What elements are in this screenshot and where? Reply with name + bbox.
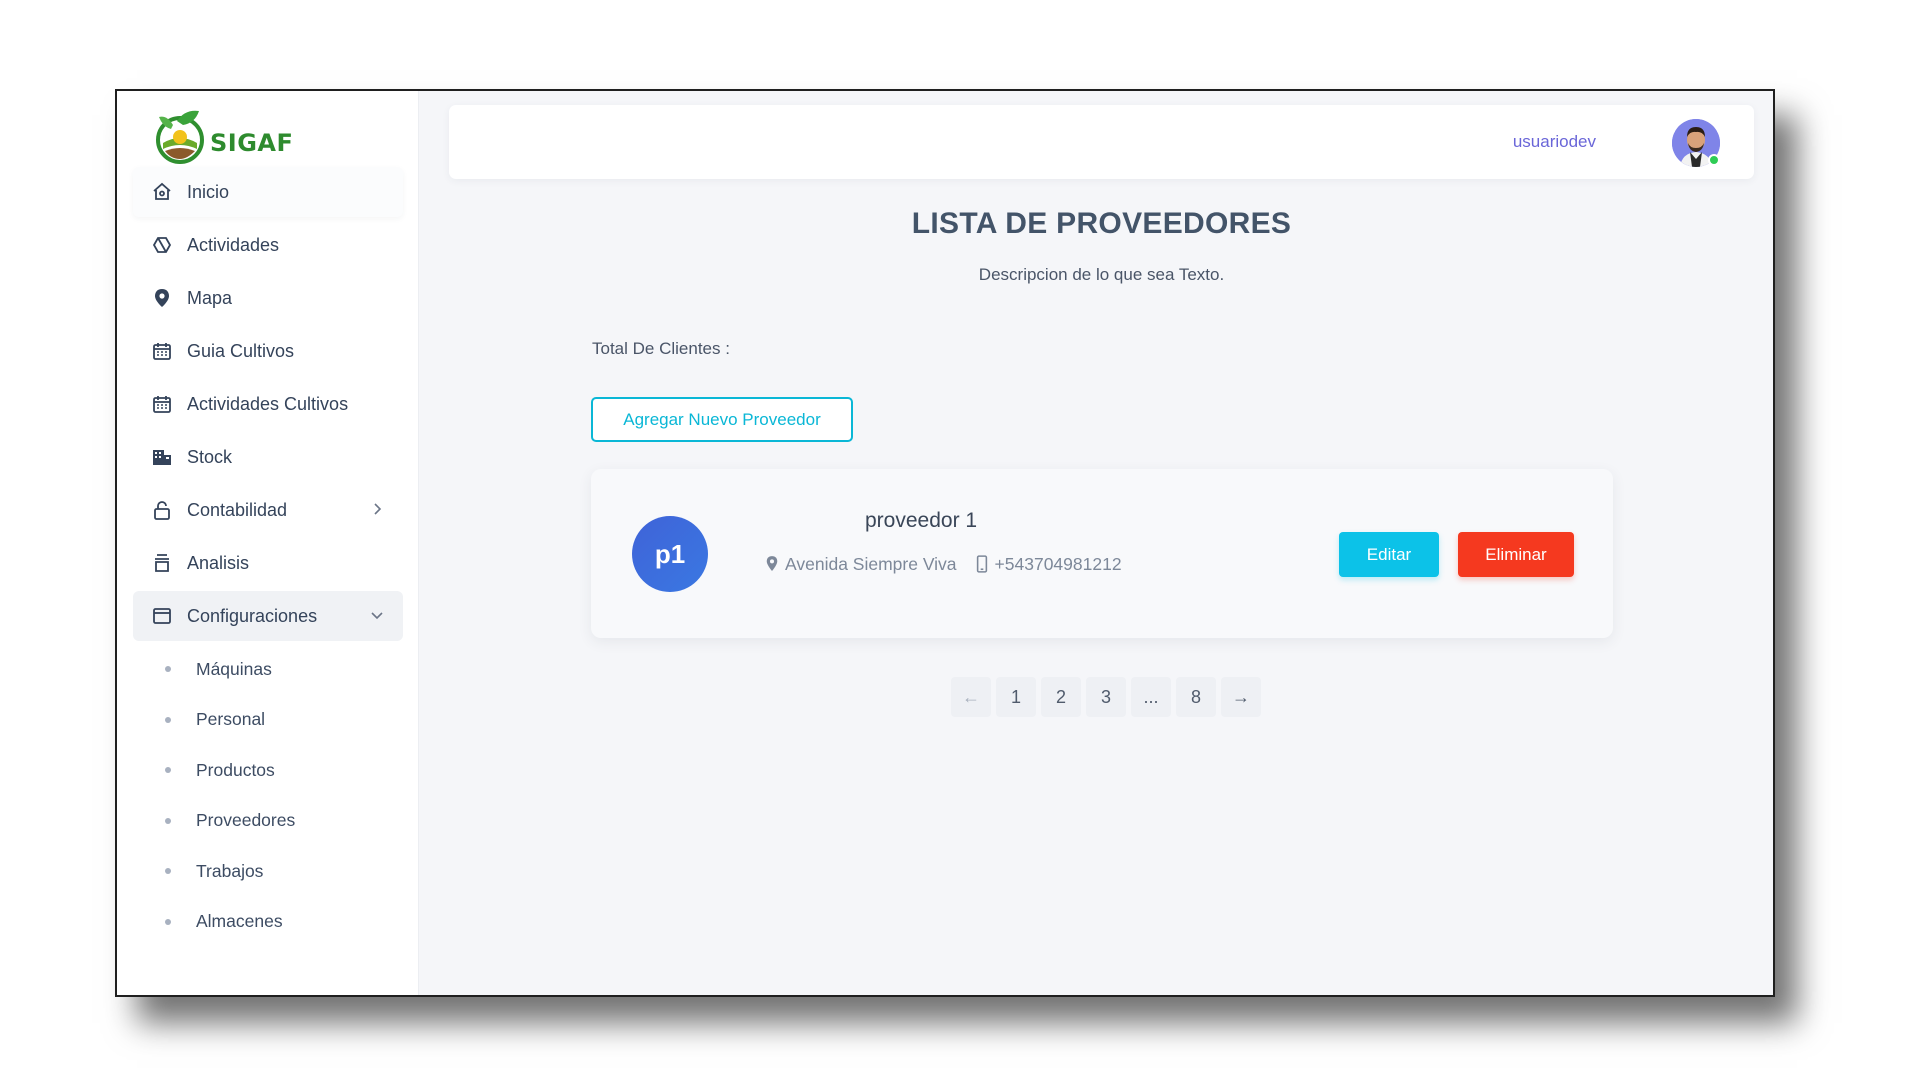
bullet-icon <box>165 918 171 925</box>
pagination-page-8[interactable]: 8 <box>1176 677 1216 717</box>
submenu-item-productos[interactable]: Productos <box>163 745 403 796</box>
pagination-next-button[interactable]: → <box>1221 677 1261 717</box>
sidebar-item-label: Guia Cultivos <box>187 340 295 361</box>
app-window: SIGAF Inicio Actividades Mapa Guia Culti… <box>115 89 1775 997</box>
home-icon <box>151 181 173 203</box>
hexagon-icon <box>151 234 173 256</box>
sidebar-item-label: Configuraciones <box>187 605 318 626</box>
provider-name: proveedor 1 <box>865 509 978 532</box>
submenu-item-proveedores[interactable]: Proveedores <box>163 796 403 847</box>
pagination-page-1[interactable]: 1 <box>996 677 1036 717</box>
sidebar-item-analisis[interactable]: Analisis <box>133 538 403 588</box>
sidebar-item-contabilidad[interactable]: Contabilidad <box>133 485 403 535</box>
trash-icon <box>151 552 173 574</box>
mobile-phone-icon <box>975 554 991 575</box>
sidebar-item-actividades-cultivos[interactable]: Actividades Cultivos <box>133 379 403 429</box>
pagination-page-2[interactable]: 2 <box>1041 677 1081 717</box>
sidebar-item-guia-cultivos[interactable]: Guia Cultivos <box>133 326 403 376</box>
window-icon <box>151 605 173 627</box>
lock-icon <box>151 499 173 521</box>
page-description: Descripcion de lo que sea Texto. <box>978 265 1225 284</box>
submenu-item-trabajos[interactable]: Trabajos <box>163 846 403 897</box>
bullet-icon <box>165 868 171 875</box>
provider-initials-avatar: p1 <box>632 516 708 592</box>
sigaf-logo-icon <box>156 110 204 164</box>
sidebar-item-label: Inicio <box>187 181 230 202</box>
submenu-item-label: Máquinas <box>196 658 272 679</box>
pagination-ellipsis: ... <box>1131 677 1171 717</box>
bullet-icon <box>165 716 171 723</box>
provider-address: Avenida Siempre Viva <box>785 554 957 574</box>
sidebar-nav: Inicio Actividades Mapa Guia Cultivos Ac… <box>133 167 403 947</box>
sidebar-item-label: Stock <box>187 446 233 467</box>
submenu-item-label: Proveedores <box>196 810 296 831</box>
user-avatar[interactable] <box>1672 119 1720 167</box>
calendar-icon <box>151 393 173 415</box>
bullet-icon <box>165 666 171 673</box>
sidebar-item-label: Analisis <box>187 552 250 573</box>
sidebar-item-inicio[interactable]: Inicio <box>133 167 403 217</box>
sidebar-item-actividades[interactable]: Actividades <box>133 220 403 270</box>
submenu-item-label: Personal <box>196 709 266 730</box>
top-bar: usuariodev <box>449 105 1754 179</box>
brand[interactable]: SIGAF <box>155 107 293 167</box>
calendar-icon <box>151 340 173 362</box>
edit-provider-button[interactable]: Editar <box>1339 532 1439 577</box>
chevron-down-icon <box>371 612 383 620</box>
sidebar-item-configuraciones[interactable]: Configuraciones <box>133 591 403 641</box>
sidebar: SIGAF Inicio Actividades Mapa Guia Culti… <box>117 91 419 995</box>
pagination: ← 1 2 3 ... 8 → <box>951 677 1266 717</box>
chevron-right-icon <box>374 503 382 515</box>
sidebar-item-label: Mapa <box>187 287 233 308</box>
bullet-icon <box>165 767 171 774</box>
submenu-item-label: Almacenes <box>196 911 283 932</box>
username[interactable]: usuariodev <box>1513 132 1596 152</box>
pagination-prev-button[interactable]: ← <box>951 677 991 717</box>
page-title: LISTA DE PROVEEDORES <box>911 207 1292 240</box>
building-icon <box>151 446 173 468</box>
submenu-item-maquinas[interactable]: Máquinas <box>163 644 403 695</box>
submenu-configuraciones: Máquinas Personal Productos Proveedores … <box>133 644 403 947</box>
submenu-item-label: Productos <box>196 759 275 780</box>
online-status-indicator <box>1708 154 1720 166</box>
bullet-icon <box>165 817 171 824</box>
sidebar-item-stock[interactable]: Stock <box>133 432 403 482</box>
map-pin-icon <box>765 555 781 575</box>
provider-phone: +543704981212 <box>994 554 1122 574</box>
total-clients-label: Total De Clientes : <box>592 339 730 358</box>
delete-provider-button[interactable]: Eliminar <box>1458 532 1574 577</box>
brand-name: SIGAF <box>210 129 294 157</box>
sidebar-item-label: Actividades Cultivos <box>187 393 349 414</box>
submenu-item-almacenes[interactable]: Almacenes <box>163 897 403 948</box>
sidebar-item-label: Actividades <box>187 234 280 255</box>
submenu-item-personal[interactable]: Personal <box>163 695 403 746</box>
submenu-item-label: Trabajos <box>196 860 264 881</box>
map-pin-icon <box>151 287 173 309</box>
pagination-page-3[interactable]: 3 <box>1086 677 1126 717</box>
sidebar-item-mapa[interactable]: Mapa <box>133 273 403 323</box>
add-provider-button[interactable]: Agregar Nuevo Proveedor <box>591 397 853 442</box>
sidebar-item-label: Contabilidad <box>187 499 288 520</box>
provider-meta: Avenida Siempre Viva +543704981212 <box>765 554 1122 575</box>
provider-card: p1 proveedor 1 Avenida Siempre Viva +543… <box>591 469 1613 638</box>
